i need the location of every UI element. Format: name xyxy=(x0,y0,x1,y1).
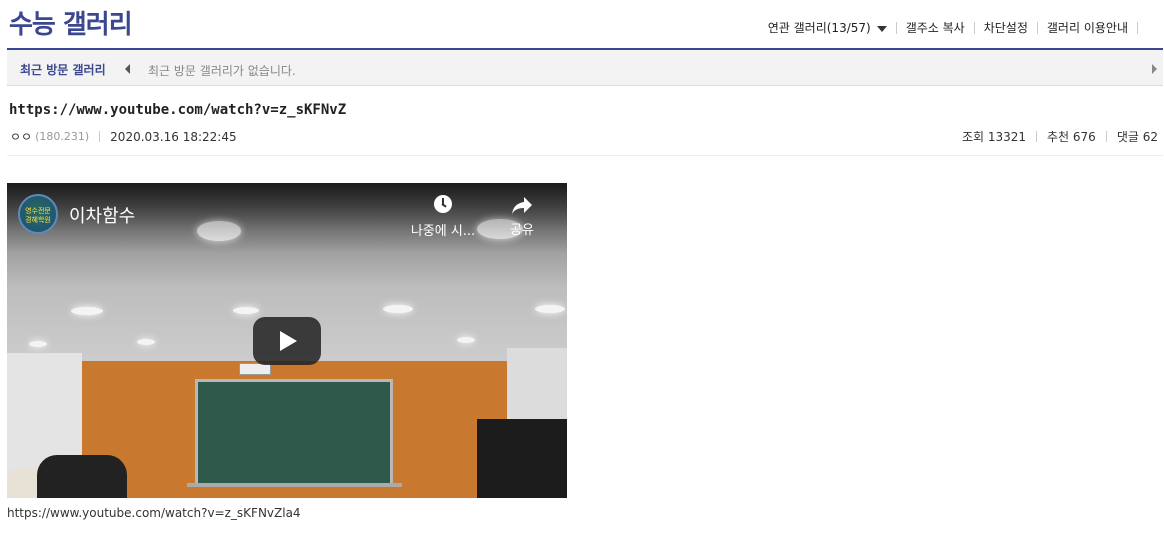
arrow-left-icon[interactable] xyxy=(125,64,130,74)
divider xyxy=(1137,21,1138,34)
ceiling-light xyxy=(535,305,565,313)
recent-visit-label[interactable]: 최근 방문 갤러리 xyxy=(20,61,106,78)
copy-address-link[interactable]: 갤주소 복사 xyxy=(897,19,974,36)
ceiling-light xyxy=(233,307,259,314)
gallery-title[interactable]: 수능 갤러리 xyxy=(9,4,133,41)
post-comments-count[interactable]: 댓글 62 xyxy=(1117,128,1158,145)
post-date: 2020.03.16 18:22:45 xyxy=(110,129,237,144)
video-thumbnail-equipment xyxy=(477,419,567,498)
channel-avatar[interactable]: 영수전문 경혜학원 xyxy=(18,194,58,234)
ceiling-light xyxy=(29,341,47,347)
divider xyxy=(99,131,101,142)
watch-later-button[interactable]: 나중에 시... xyxy=(403,195,483,239)
recent-visit-bar: 최근 방문 갤러리 최근 방문 갤러리가 없습니다. xyxy=(7,48,1163,86)
meta-divider xyxy=(7,155,1163,156)
post-title: https://www.youtube.com/watch?v=z_sKFNvZ xyxy=(9,102,347,118)
post-author-ip: (180.231) xyxy=(35,130,90,143)
recent-visit-empty-text: 최근 방문 갤러리가 없습니다. xyxy=(148,64,296,78)
top-links: 연관 갤러리(13/57) 갤주소 복사 차단설정 갤러리 이용안내 xyxy=(759,19,1138,36)
clock-icon xyxy=(434,195,452,213)
divider xyxy=(1105,131,1107,142)
ceiling-light xyxy=(71,307,103,315)
post-recommends: 추천 676 xyxy=(1047,130,1096,144)
share-icon xyxy=(512,197,532,214)
ceiling-light xyxy=(137,339,155,345)
ceiling-light xyxy=(457,337,475,343)
ceiling-light xyxy=(383,305,413,313)
video-thumbnail-student xyxy=(37,455,127,498)
gallery-guide-link[interactable]: 갤러리 이용안내 xyxy=(1038,19,1137,36)
video-title[interactable]: 이차함수 xyxy=(69,202,135,228)
block-settings-link[interactable]: 차단설정 xyxy=(975,19,1037,36)
channel-avatar-text: 영수전문 경혜학원 xyxy=(25,207,51,224)
video-thumbnail-ledge xyxy=(187,483,402,487)
share-button[interactable]: 공유 xyxy=(503,195,541,238)
watch-later-label: 나중에 시... xyxy=(410,224,476,239)
post-views: 조회 13321 xyxy=(961,130,1027,144)
arrow-right-icon[interactable] xyxy=(1152,64,1157,74)
divider xyxy=(1036,131,1038,142)
share-label: 공유 xyxy=(510,223,534,238)
chevron-down-icon xyxy=(876,25,887,32)
related-gallery-dropdown[interactable]: 연관 갤러리(13/57) xyxy=(759,19,896,36)
youtube-video-embed[interactable]: 영수전문 경혜학원 이차함수 나중에 시... 공유 xyxy=(7,183,567,498)
post-author-info: ㅇㅇ (180.231) 2020.03.16 18:22:45 xyxy=(10,128,237,145)
related-gallery-label: 연관 갤러리(13/57) xyxy=(767,21,871,35)
play-icon[interactable] xyxy=(253,317,321,365)
post-stats: 조회 13321 추천 676 댓글 62 xyxy=(962,128,1158,145)
video-link-caption[interactable]: https://www.youtube.com/watch?v=z_sKFNvZ… xyxy=(7,506,301,520)
video-thumbnail-chalkboard xyxy=(195,379,393,487)
post-author[interactable]: ㅇㅇ xyxy=(10,128,32,145)
